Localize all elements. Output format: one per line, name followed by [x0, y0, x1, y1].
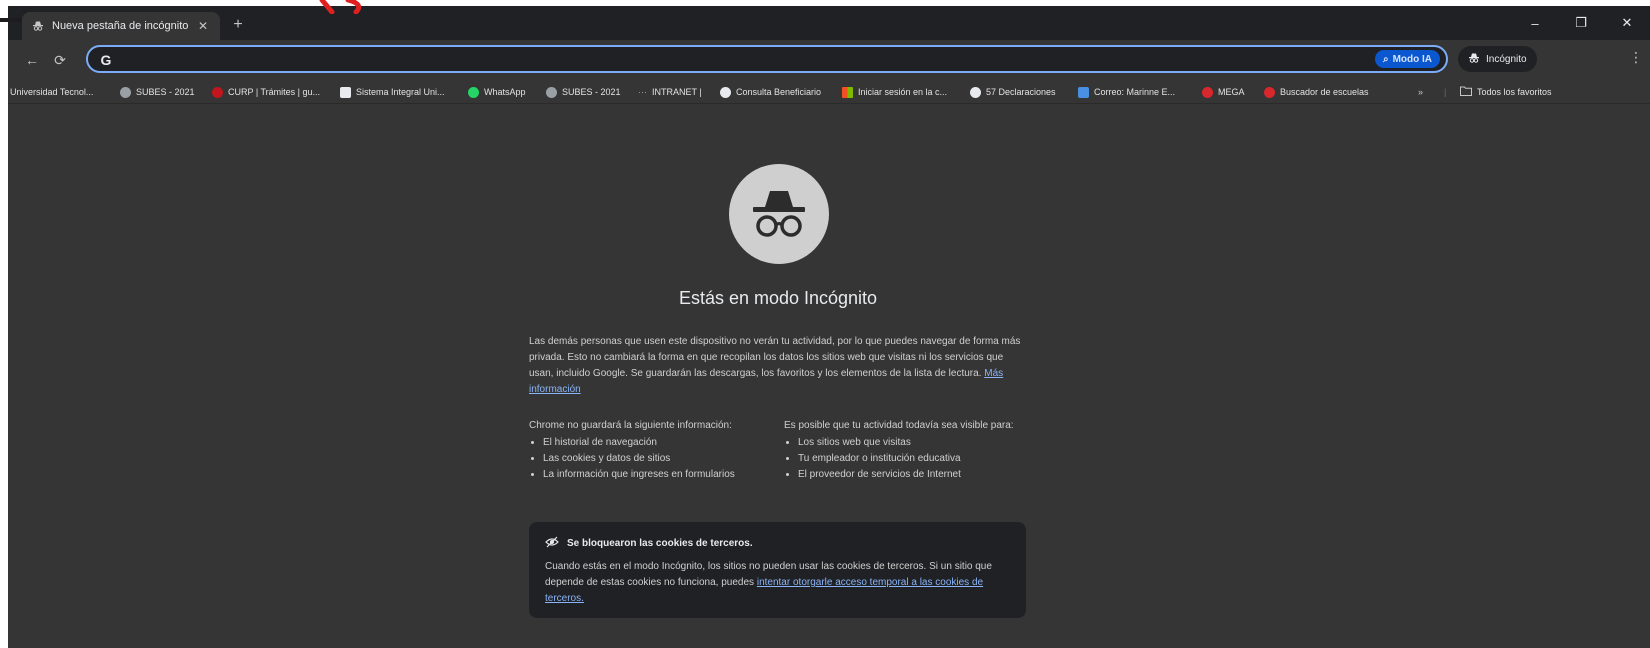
bookmarks-overflow-icon[interactable]: »: [1418, 84, 1423, 100]
bookmark-item[interactable]: Sistema Integral Uni...: [340, 84, 445, 100]
tab-strip: Nueva pestaña de incógnito ✕ + – ❐ ✕: [8, 6, 1650, 40]
bookmark-label: Sistema Integral Uni...: [356, 87, 445, 97]
bookmarks-divider: |: [1444, 87, 1447, 97]
incognito-profile-button[interactable]: Incógnito: [1458, 46, 1537, 72]
incognito-spy-icon: [729, 164, 829, 264]
bookmark-label: WhatsApp: [484, 87, 526, 97]
list-item: Las cookies y datos de sitios: [543, 451, 774, 467]
left-edge-mark: [0, 18, 22, 22]
list-item: El historial de navegación: [543, 435, 774, 451]
tab-incognito[interactable]: Nueva pestaña de incógnito ✕: [22, 12, 220, 40]
ai-mode-button[interactable]: ⌕ Modo IA: [1374, 50, 1440, 68]
bookmark-item[interactable]: Buscador de escuelas: [1264, 84, 1369, 100]
tab-close-icon[interactable]: ✕: [196, 19, 210, 33]
incognito-icon: [1468, 52, 1480, 67]
bookmark-label: Universidad Tecnol...: [10, 87, 94, 97]
ai-mode-label: Modo IA: [1392, 53, 1432, 65]
mail-icon: [1078, 86, 1089, 98]
bookmark-label: Consulta Beneficiario: [736, 87, 822, 97]
toolbar: ← ⟳ G ⌕ Modo IA Incógnito ⋮: [8, 40, 1650, 80]
bookmark-label: INTRANET |: [652, 87, 702, 97]
school-icon: [1264, 86, 1275, 98]
bookmark-label: 57 Declaraciones: [986, 87, 1056, 97]
new-tab-icon[interactable]: +: [228, 15, 248, 35]
bookmark-item[interactable]: WhatsApp: [468, 84, 526, 100]
visible-to-list: Los sitios web que visitas Tu empleador …: [784, 435, 1029, 483]
bookmark-item[interactable]: Iniciar sesión en la c...: [842, 84, 947, 100]
not-saved-section: Chrome no guardará la siguiente informac…: [529, 418, 774, 483]
reload-icon[interactable]: ⟳: [48, 48, 72, 72]
list-item: Tu empleador o institución educativa: [798, 451, 1029, 467]
bookmark-item[interactable]: Correo: Marinne E...: [1078, 84, 1175, 100]
notice-title: Se bloquearon las cookies de terceros.: [567, 538, 753, 549]
visible-to-heading: Es posible que tu actividad todavía sea …: [784, 420, 1014, 431]
bookmark-item[interactable]: SUBES - 2021: [546, 84, 621, 100]
bookmarks-bar: Universidad Tecnol... SUBES - 2021 CURP …: [8, 80, 1650, 104]
all-bookmarks-button[interactable]: Todos los favoritos: [1460, 84, 1552, 100]
globe-icon: [546, 86, 557, 98]
bookmark-item[interactable]: MEGA: [1202, 84, 1245, 100]
intro-paragraph: Las demás personas que usen este disposi…: [529, 334, 1029, 398]
not-saved-heading: Chrome no guardará la siguiente informac…: [529, 420, 732, 431]
document-icon: [340, 86, 351, 98]
list-item: La información que ingreses en formulari…: [543, 467, 774, 483]
list-item: Los sitios web que visitas: [798, 435, 1029, 451]
window-controls: – ❐ ✕: [1512, 6, 1650, 40]
bookmark-label: Correo: Marinne E...: [1094, 87, 1176, 97]
bookmark-item[interactable]: Universidad Tecnol...: [10, 84, 93, 100]
not-saved-list: El historial de navegación Las cookies y…: [529, 435, 774, 483]
intro-text: Las demás personas que usen este disposi…: [529, 336, 1021, 379]
address-bar[interactable]: G ⌕ Modo IA: [86, 45, 1448, 73]
bookmark-item[interactable]: SUBES - 2021: [120, 84, 195, 100]
incognito-favicon-icon: [32, 20, 44, 32]
all-bookmarks-label: Todos los favoritos: [1477, 87, 1552, 97]
globe-icon: [970, 86, 981, 98]
curp-favicon-icon: [212, 86, 223, 98]
visible-to-section: Es posible que tu actividad todavía sea …: [784, 418, 1029, 483]
page-title: Estás en modo Incógnito: [678, 288, 878, 308]
bookmark-label: Iniciar sesión en la c...: [858, 87, 948, 97]
bookmark-item[interactable]: ··· INTRANET |: [638, 84, 702, 100]
svg-text:G: G: [101, 52, 112, 68]
bookmark-label: Buscador de escuelas: [1280, 87, 1369, 97]
google-g-icon: G: [101, 52, 112, 68]
microsoft-icon: [842, 86, 853, 98]
bookmark-label: SUBES - 2021: [562, 87, 621, 97]
notice-text: Cuando estás en el modo Incógnito, los s…: [545, 559, 1010, 607]
list-item: El proveedor de servicios de Internet: [798, 467, 1029, 483]
incognito-page: Estás en modo Incógnito Las demás person…: [8, 104, 1650, 648]
eye-off-icon: [545, 536, 559, 551]
third-party-cookies-notice: Se bloquearon las cookies de terceros. C…: [529, 522, 1026, 618]
back-icon[interactable]: ←: [20, 48, 44, 72]
globe-icon: [720, 86, 731, 98]
menu-icon[interactable]: ⋮: [1628, 49, 1644, 69]
notice-header: Se bloquearon las cookies de terceros.: [545, 536, 1010, 551]
red-annotation-mark: [319, 0, 362, 14]
globe-icon: [120, 86, 131, 98]
bookmark-label: CURP | Trámites | gu...: [228, 87, 321, 97]
mega-icon: [1202, 86, 1213, 98]
tab-title: Nueva pestaña de incógnito: [52, 20, 189, 32]
bookmark-label: SUBES - 2021: [136, 87, 195, 97]
minimize-icon[interactable]: –: [1512, 6, 1558, 40]
whatsapp-icon: [468, 86, 479, 98]
restore-icon[interactable]: ❐: [1558, 6, 1604, 40]
close-window-icon[interactable]: ✕: [1604, 6, 1650, 40]
bookmark-item[interactable]: 57 Declaraciones: [970, 84, 1056, 100]
ai-mode-icon: ⌕: [1382, 53, 1389, 65]
bookmark-item[interactable]: CURP | Trámites | gu...: [212, 84, 320, 100]
bookmark-item[interactable]: Consulta Beneficiario: [720, 84, 821, 100]
bookmark-label: MEGA: [1218, 87, 1245, 97]
folder-icon: [1460, 86, 1472, 98]
incognito-label: Incógnito: [1486, 53, 1527, 65]
dots-icon: ···: [638, 87, 647, 97]
browser-window: Nueva pestaña de incógnito ✕ + – ❐ ✕ ← ⟳…: [8, 6, 1650, 648]
